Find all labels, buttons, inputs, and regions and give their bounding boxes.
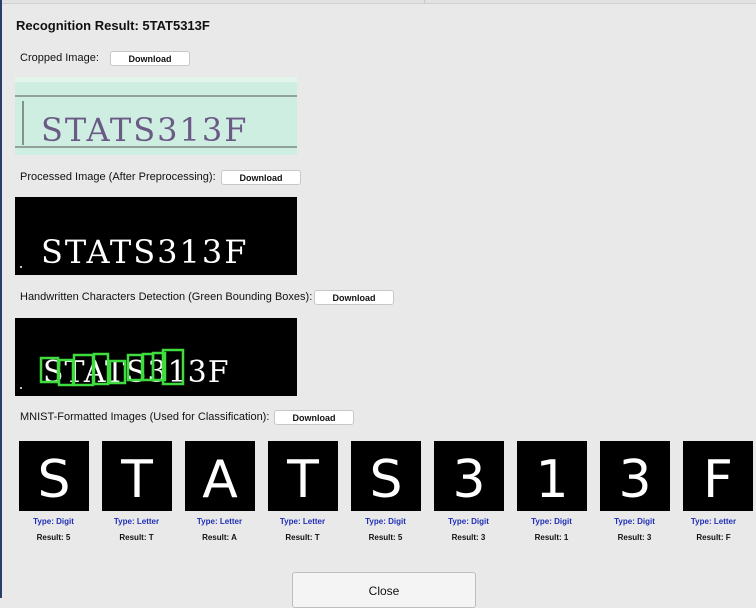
close-button[interactable]: Close bbox=[292, 572, 476, 608]
char-type-label: Type: Letter bbox=[113, 517, 160, 526]
char-type-label: Type: Digit bbox=[614, 517, 655, 526]
svg-text:3: 3 bbox=[452, 450, 485, 510]
svg-text:3: 3 bbox=[618, 450, 651, 510]
mnist-thumb: S bbox=[351, 441, 421, 511]
mnist-thumb: A bbox=[185, 441, 255, 511]
svg-text:1: 1 bbox=[535, 450, 568, 510]
char-result-label: Result: 3 bbox=[451, 533, 486, 542]
char-result-label: Result: 1 bbox=[534, 533, 569, 542]
dialog-title: Recognition Result: 5TAT5313F bbox=[16, 18, 210, 33]
mnist-thumb: 3 bbox=[434, 441, 504, 511]
char-result-label: Result: T bbox=[119, 533, 154, 542]
cropped-image-handwriting: STATS313F bbox=[41, 111, 248, 149]
char-type-label: Type: Digit bbox=[531, 517, 572, 526]
mnist-thumb: 3 bbox=[600, 441, 670, 511]
processed-image: STATS313F bbox=[15, 197, 297, 275]
detection-image-label: Handwritten Characters Detection (Green … bbox=[20, 291, 313, 303]
svg-text:T: T bbox=[120, 450, 153, 510]
char-result-label: Result: 5 bbox=[36, 533, 71, 542]
window-left-edge bbox=[0, 0, 2, 598]
download-mnist-button[interactable]: Download bbox=[274, 410, 354, 425]
char-result-label: Result: T bbox=[285, 533, 320, 542]
mnist-thumb: T bbox=[102, 441, 172, 511]
cropped-image: STATS313F bbox=[15, 77, 297, 155]
top-strip-divider bbox=[424, 0, 425, 3]
svg-text:F: F bbox=[703, 450, 733, 510]
svg-text:S: S bbox=[37, 450, 70, 510]
window-top-strip bbox=[0, 0, 756, 4]
mnist-thumb: S bbox=[19, 441, 89, 511]
char-result-label: Result: 3 bbox=[617, 533, 652, 542]
char-type-label: Type: Letter bbox=[279, 517, 326, 526]
char-type-label: Type: Letter bbox=[196, 517, 243, 526]
char-type-label: Type: Digit bbox=[365, 517, 406, 526]
char-type-label: Type: Digit bbox=[33, 517, 74, 526]
download-cropped-button[interactable]: Download bbox=[110, 51, 190, 66]
mnist-thumb: T bbox=[268, 441, 338, 511]
svg-text:A: A bbox=[202, 450, 238, 510]
char-result-label: Result: A bbox=[202, 533, 237, 542]
cropped-image-label: Cropped Image: bbox=[20, 52, 99, 64]
char-type-label: Type: Letter bbox=[690, 517, 737, 526]
char-type-label: Type: Digit bbox=[448, 517, 489, 526]
download-detection-button[interactable]: Download bbox=[314, 290, 394, 305]
svg-text:S: S bbox=[369, 450, 402, 510]
processed-image-handwriting: STATS313F bbox=[41, 233, 248, 271]
download-processed-button[interactable]: Download bbox=[221, 170, 301, 185]
svg-text:T: T bbox=[286, 450, 319, 510]
mnist-thumb: 1 bbox=[517, 441, 587, 511]
processed-image-label: Processed Image (After Preprocessing): bbox=[20, 171, 216, 183]
char-result-label: Result: 5 bbox=[368, 533, 403, 542]
mnist-images-label: MNIST-Formatted Images (Used for Classif… bbox=[20, 411, 270, 423]
char-result-label: Result: F bbox=[696, 533, 731, 542]
mnist-thumb: F bbox=[683, 441, 753, 511]
detection-image: STATS313F bbox=[15, 318, 297, 396]
